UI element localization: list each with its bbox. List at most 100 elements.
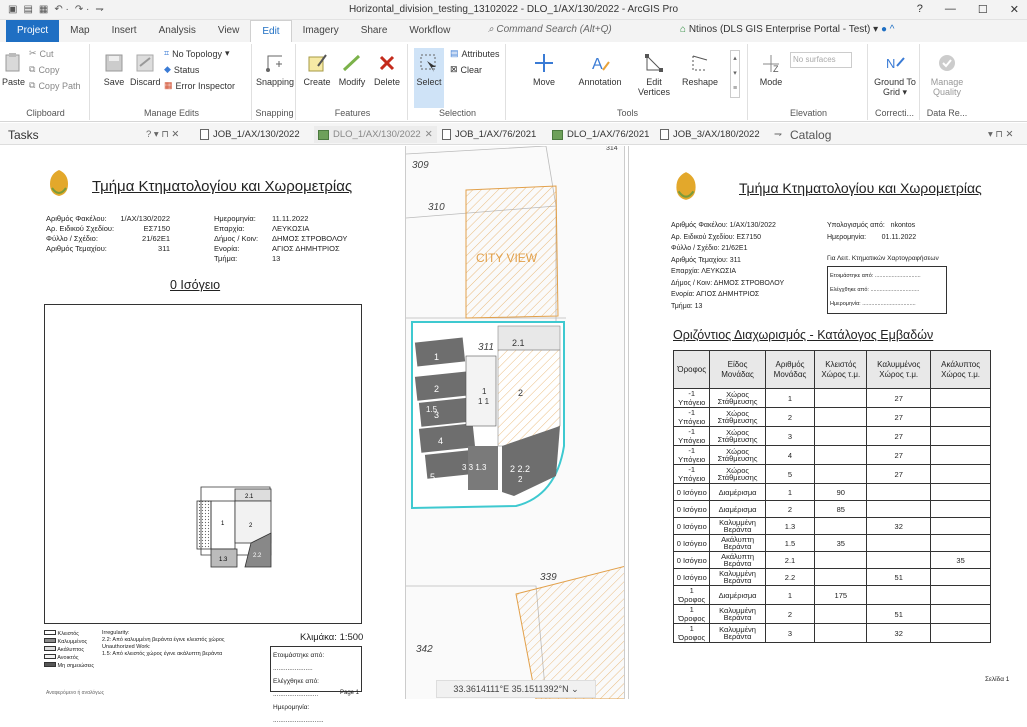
unauthorized-text: 1.5: Από κλειστός χώρος έγινε ακάλυπτη β… — [102, 651, 223, 657]
table-cell: 2 — [764, 407, 816, 427]
move-button[interactable]: Move — [528, 52, 560, 87]
doc-tab-dlo-130[interactable]: DLO_1/AX/130/2022 ✕ — [314, 126, 437, 143]
annotation-button[interactable]: A Annotation — [572, 52, 628, 87]
data-review-group-label: Data Re... — [926, 108, 968, 118]
reshape-button[interactable]: Reshape — [680, 52, 720, 87]
discard-edits-button[interactable]: Discard — [130, 52, 161, 87]
doc-tab-job-180[interactable]: JOB_3/AX/180/2022 — [656, 126, 764, 143]
map-canvas[interactable]: CITY VIEW 309 310 311 2.1 1 2 1.5 3 4 5 … — [406, 146, 625, 699]
tab-share[interactable]: Share — [350, 20, 399, 42]
doc-tab-dlo-76[interactable]: DLO_1/AX/76/2021 — [548, 126, 653, 143]
portal-user[interactable]: ⌂ Ntinos (DLS GIS Enterprise Portal - Te… — [680, 24, 894, 35]
edit-vertices-button[interactable]: Edit Vertices — [636, 52, 672, 97]
elevation-mode-button[interactable]: Z Mode — [756, 52, 786, 87]
table-cell: -1 Υπόγειο — [672, 464, 711, 484]
plan-label: 2.1 — [245, 494, 254, 500]
unit-label: 2 — [518, 475, 523, 484]
doc-tab-job-76[interactable]: JOB_1/AX/76/2021 — [438, 126, 540, 143]
tabs-overflow-button[interactable]: ⇁ — [770, 126, 786, 143]
table-cell: -1 Υπόγειο — [672, 445, 711, 465]
topology-dropdown[interactable]: ⌗ No Topology ▾ — [164, 48, 229, 59]
table-cell — [814, 464, 868, 484]
table-cell — [814, 445, 868, 465]
table-cell — [814, 623, 868, 643]
tab-map[interactable]: Map — [59, 20, 100, 42]
rs-date-label: Ημερομηνία: — [827, 233, 867, 241]
tab-analysis[interactable]: Analysis — [148, 20, 207, 42]
table-cell: 51 — [866, 604, 932, 624]
tools-gallery-scroll[interactable]: ▴ ▾ ≡ — [730, 50, 740, 98]
attributes-button[interactable]: ▤ Attributes — [450, 48, 500, 59]
copy-button[interactable]: ⧉ Copy — [29, 64, 59, 75]
status-button[interactable]: ◆ Status — [164, 64, 199, 75]
save-edits-button[interactable]: Save — [102, 52, 126, 87]
paste-button[interactable]: Paste — [2, 52, 25, 87]
table-cell: 0 Ισόγειο — [672, 483, 711, 501]
modify-button[interactable]: Modify — [336, 52, 368, 87]
col-covered: Καλυμμένος Χώρος τ.μ. — [866, 350, 932, 389]
snapping-group-label: Snapping — [255, 108, 294, 118]
mapping-use-label: Για Λειτ. Κτηματικών Χαρτογραφήσεων — [827, 255, 939, 262]
delete-button[interactable]: Delete — [370, 52, 404, 87]
tab-insert[interactable]: Insert — [101, 20, 148, 42]
tools-group-label: Tools — [616, 108, 638, 118]
title-bar: ▣ ▤ ▦ ↶ · ↷ · ⇁ Horizontal_division_test… — [0, 0, 1027, 20]
surfaces-dropdown[interactable]: No surfaces — [790, 52, 852, 68]
close-tab-icon[interactable]: ✕ — [425, 129, 433, 140]
table-row: -1 Υπόγειο Χώρος Στάθμευσης 2 27 — [672, 407, 991, 427]
copy-path-button[interactable]: ⧉ Copy Path — [29, 80, 80, 91]
date-label: Ημερομηνία: — [214, 214, 256, 223]
left-layout-page: Τμήμα Κτηματολογίου και Χωρομετρίας Αριθ… — [0, 146, 405, 724]
save-edits-label: Save — [103, 77, 125, 87]
select-button[interactable]: Select — [414, 48, 444, 108]
table-cell: 32 — [866, 517, 932, 535]
user-avatar-icon[interactable]: ● ^ — [881, 24, 895, 35]
layout-icon — [660, 129, 669, 140]
create-button[interactable]: Create — [302, 52, 332, 87]
manage-quality-button[interactable]: Manage Quality — [924, 52, 970, 97]
table-cell: -1 Υπόγειο — [672, 426, 711, 446]
table-row: 0 Ισόγειο Καλυμμένη Βεράντα 2.2 51 — [672, 568, 991, 586]
legend: Κλειστός Καλυμμένος Ακάλυπτος Ανοικτός Μ… — [44, 630, 96, 670]
municipality-label: Δήμος / Κοιν: — [214, 234, 259, 243]
rs-field: Αριθμός Τεμαχίου: 311 — [671, 256, 741, 264]
table-cell: 4 — [764, 445, 816, 465]
coordinate-readout[interactable]: 33.3614111°E 35.1511392°N ⌄ — [436, 680, 596, 698]
file-number-value: 1/AX/130/2022 — [120, 214, 170, 223]
reshape-icon — [692, 55, 708, 71]
unit-label: 1 — [434, 352, 439, 362]
maximize-button[interactable]: ☐ — [978, 3, 988, 16]
tab-edit[interactable]: Edit — [250, 20, 292, 42]
table-cell: 0 Ισόγειο — [672, 517, 711, 535]
help-button[interactable]: ? — [917, 3, 923, 16]
command-search-placeholder: Command Search (Alt+Q) — [496, 24, 612, 35]
tasks-pane-title: Tasks — [8, 127, 39, 142]
table-cell: 2.1 — [764, 551, 816, 569]
cut-button[interactable]: ✂ Cut — [29, 48, 54, 59]
ground-to-grid-button[interactable]: N Ground To Grid ▾ — [872, 52, 918, 97]
tab-view[interactable]: View — [207, 20, 251, 42]
quarter-label: Ενορία: — [214, 244, 240, 253]
tasks-pane-controls[interactable]: ? ▾ ⊓ ✕ — [142, 126, 183, 143]
tab-project[interactable]: Project — [6, 20, 60, 42]
minimize-button[interactable]: — — [945, 3, 956, 16]
rs-signature-box: Ετοιμάστηκε από: .......................… — [827, 266, 947, 314]
parcel-label: 342 — [416, 644, 433, 655]
error-inspector-button[interactable]: ▦ Error Inspector — [164, 80, 235, 91]
tab-workflow[interactable]: Workflow — [398, 20, 461, 42]
command-search[interactable]: ⌕ Command Search (Alt+Q) — [488, 24, 612, 35]
checked-by: Ελέγχθηκε από: ......................... — [273, 678, 319, 698]
snapping-button[interactable]: Snapping — [256, 52, 294, 87]
clipboard-group-label: Clipboard — [26, 108, 65, 118]
close-button[interactable]: ✕ — [1010, 3, 1019, 16]
clear-selection-button[interactable]: ⊠ Clear — [450, 64, 482, 75]
svg-text:N: N — [886, 56, 895, 71]
doc-tab-job-130[interactable]: JOB_1/AX/130/2022 — [196, 126, 304, 143]
map-view[interactable]: CITY VIEW 309 310 311 2.1 1 2 1.5 3 4 5 … — [405, 146, 625, 699]
discard-edits-label: Discard — [130, 77, 161, 87]
attributes-label: Attributes — [461, 48, 500, 59]
catalog-pane-controls[interactable]: ▾ ⊓ ✕ — [984, 126, 1017, 143]
table-cell: Διαμέρισμα — [709, 483, 766, 501]
tab-imagery[interactable]: Imagery — [292, 20, 350, 42]
rs-field: Αρ. Ειδικού Σχεδίου: ΕΣ7150 — [671, 233, 762, 241]
